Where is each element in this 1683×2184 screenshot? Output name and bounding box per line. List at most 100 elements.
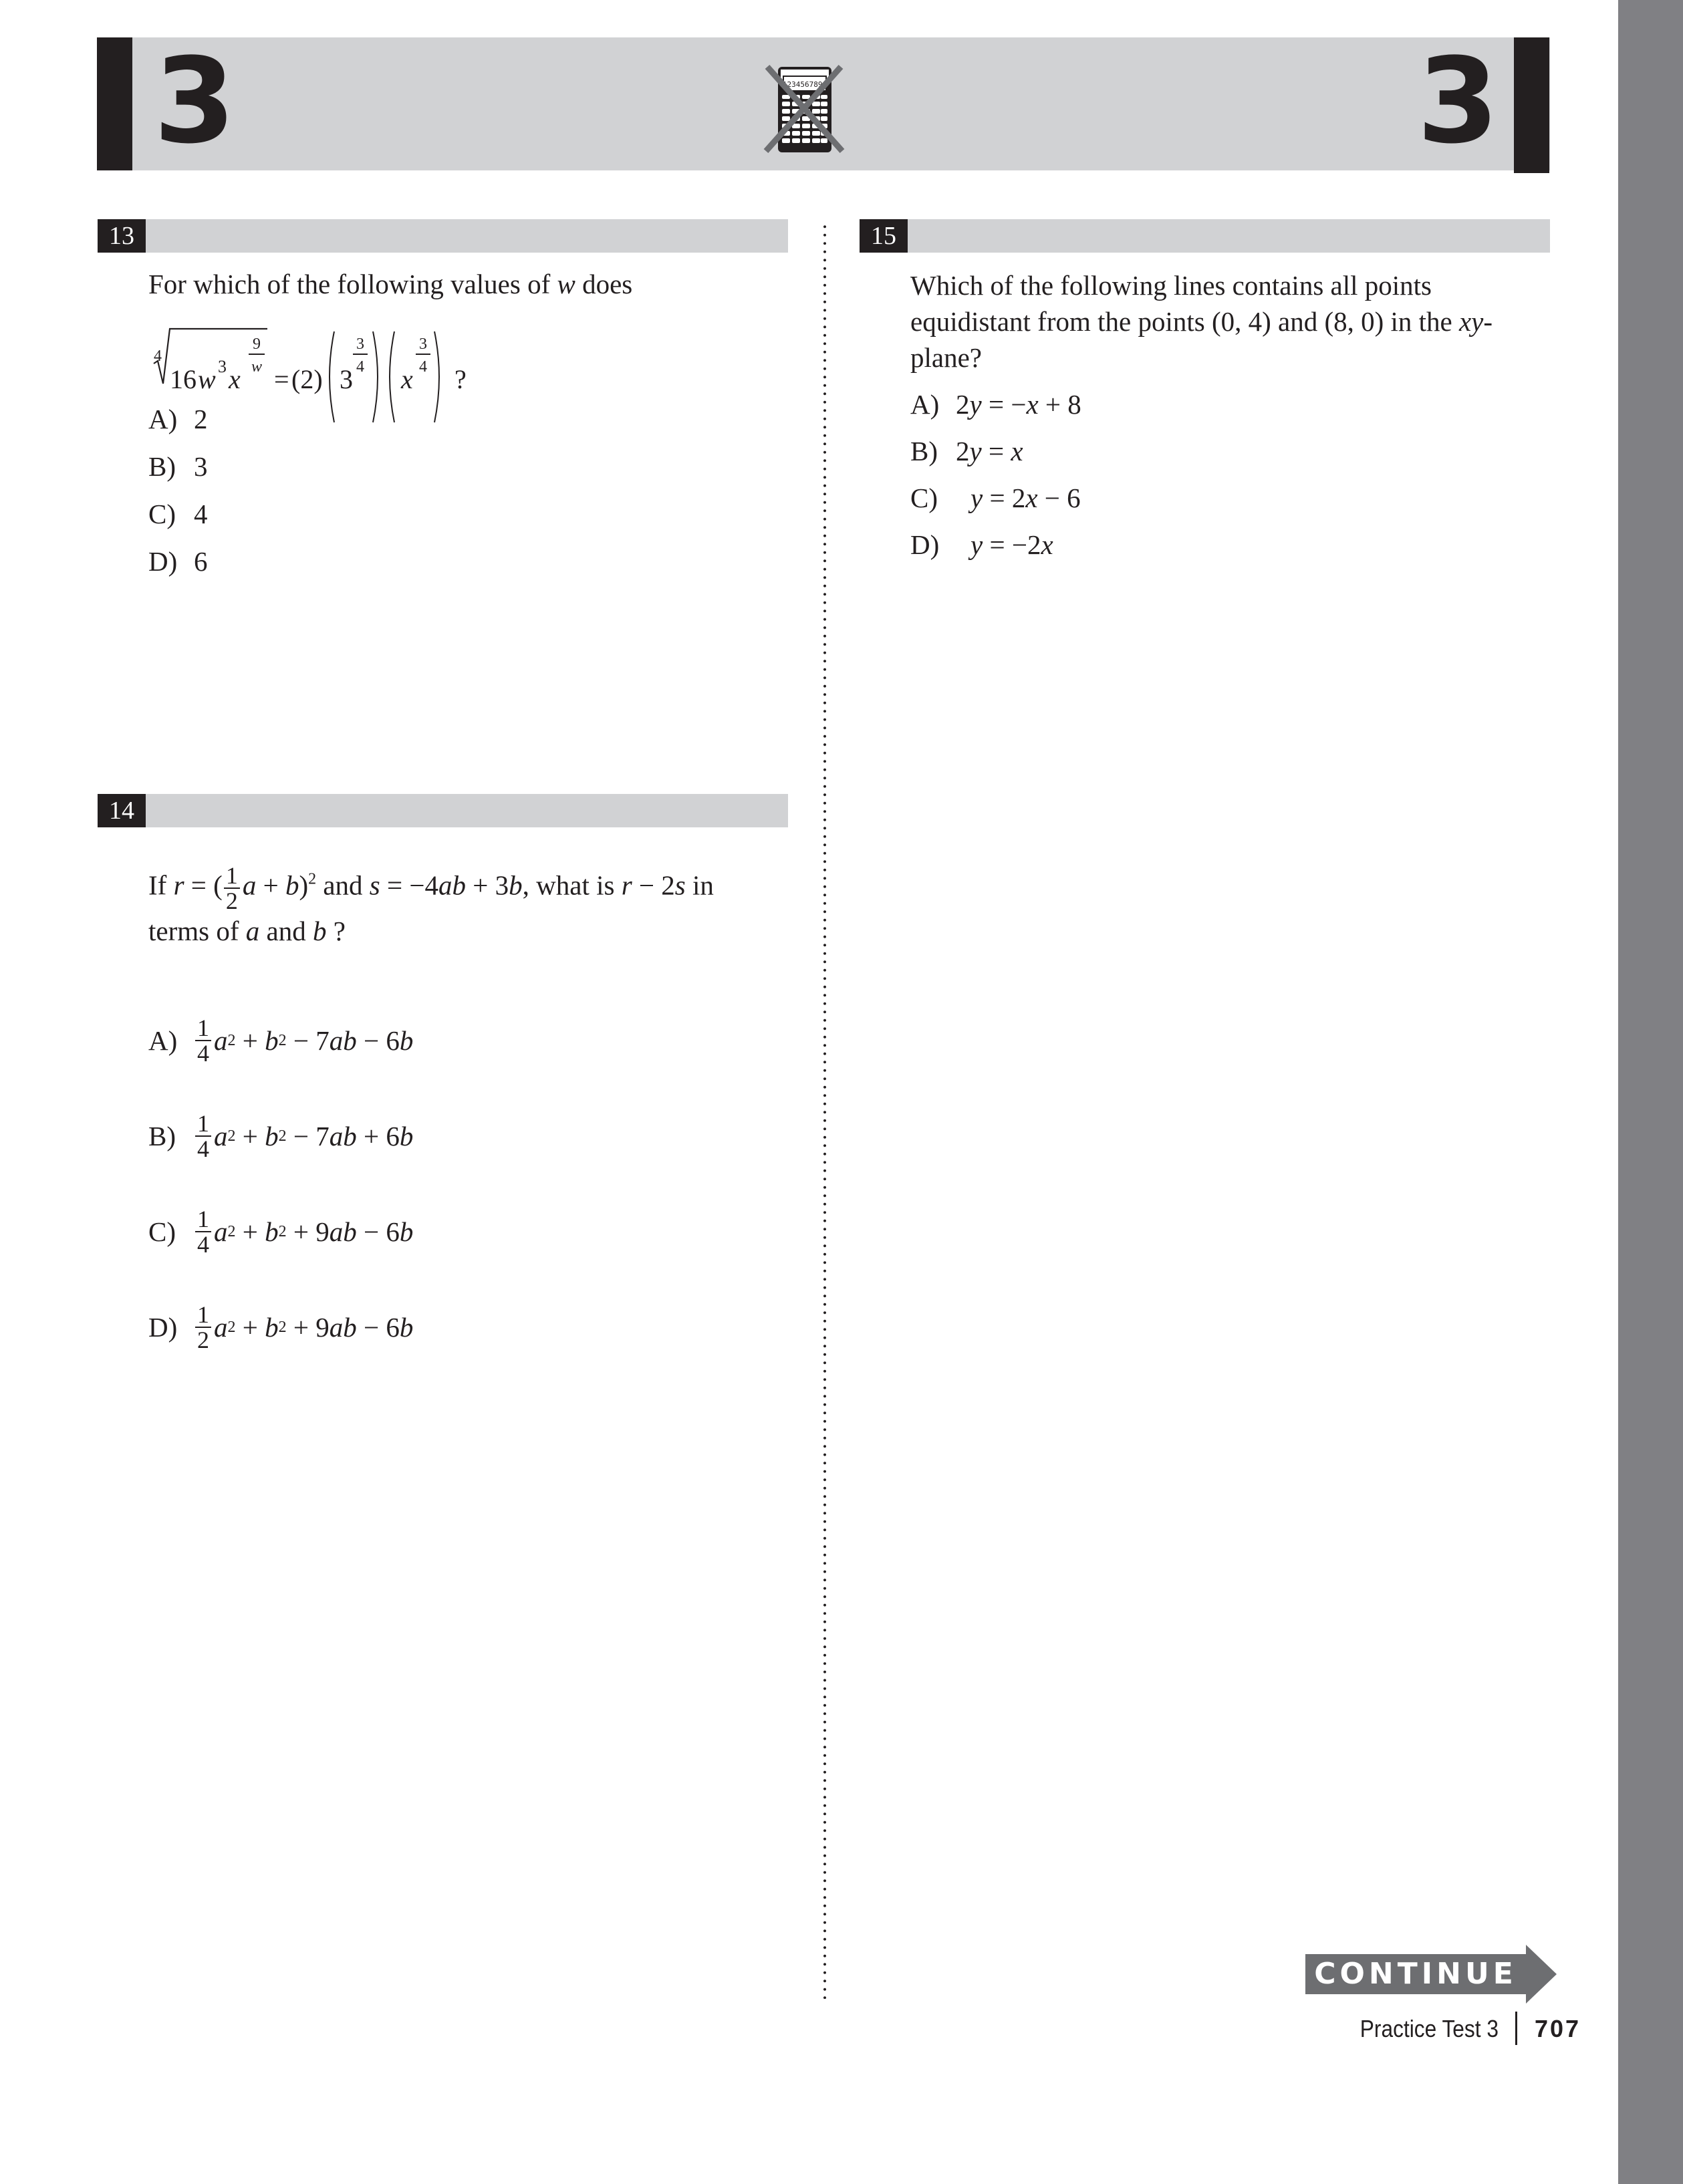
- factor-two: (2): [291, 364, 323, 394]
- left-paren: [329, 331, 335, 423]
- question-14-header-bar: [98, 794, 788, 827]
- choice-label: B): [148, 1121, 176, 1151]
- choice-label: C): [910, 483, 938, 513]
- var-b: b: [509, 869, 523, 901]
- question-15-header-bar: [860, 219, 1550, 253]
- question-14-stem: If r = (1 2 a + b)2 and s = −4ab + 3b, wha…: [148, 863, 714, 949]
- question-13-stem: For which of the following values of w d…: [148, 266, 632, 302]
- choice-c[interactable]: C) 1 4 a2 + b2 + 9ab − 6b: [148, 1207, 413, 1303]
- exponent: 2: [227, 1127, 236, 1145]
- choice-text: 6: [194, 546, 208, 577]
- right-paren: [434, 331, 440, 423]
- var-a: a: [214, 1312, 228, 1343]
- continue-button[interactable]: CONTINUE: [1305, 1945, 1557, 2004]
- numerator: 1: [195, 1016, 211, 1041]
- choice-a[interactable]: A) 2y = −x + 8: [910, 386, 1081, 433]
- choice-text: =: [981, 436, 1011, 466]
- choice-a[interactable]: A) 2: [148, 401, 208, 448]
- var-b: b: [265, 1216, 279, 1247]
- choice-b[interactable]: B) 2y = x: [910, 433, 1081, 480]
- choice-text: 4: [194, 499, 208, 529]
- continue-label: CONTINUE: [1314, 1957, 1517, 1991]
- exponent: 2: [227, 1032, 236, 1049]
- choice-label: B): [148, 451, 176, 482]
- choice-d[interactable]: D) 6: [148, 543, 208, 591]
- question-14-number: 14: [98, 794, 146, 827]
- var-b: b: [265, 1312, 279, 1343]
- choice-d[interactable]: D) y = −2x: [910, 527, 1081, 573]
- choice-text: +: [235, 1312, 265, 1343]
- var-xy: xy: [1458, 306, 1484, 337]
- choice-b[interactable]: B) 3: [148, 448, 208, 496]
- radicand-var-w: w: [198, 364, 216, 394]
- denominator: 4: [197, 1135, 209, 1162]
- exponent: 2: [278, 1032, 287, 1049]
- var-r: r: [621, 869, 632, 901]
- exponent: 2: [278, 1319, 287, 1336]
- stem-text: − 2: [632, 869, 675, 901]
- stem-line-1: If r = (1 2 a + b)2 and s = −4ab + 3b, wha…: [148, 863, 714, 913]
- factor-3-exp-den: 4: [356, 358, 364, 376]
- stem-text: does: [575, 269, 633, 299]
- choice-c[interactable]: C) 4: [148, 496, 208, 543]
- choice-text: − 7: [286, 1025, 330, 1056]
- coef: 2: [956, 389, 970, 420]
- var-y: y: [969, 436, 982, 466]
- choice-label: B): [910, 436, 938, 466]
- page-number: 707: [1535, 2015, 1581, 2042]
- choice-b[interactable]: B) 1 4 a2 + b2 − 7ab + 6b: [148, 1111, 413, 1207]
- factor-x-base: x: [401, 364, 413, 394]
- choice-text: 3: [194, 451, 208, 482]
- var-ab: ab: [329, 1025, 357, 1056]
- banner-bar-left: [97, 37, 132, 170]
- var-a: a: [245, 916, 260, 946]
- choice-text: 2: [194, 404, 208, 434]
- radicand-coefficient: 16: [170, 364, 197, 394]
- var-b: b: [312, 916, 327, 946]
- factor-x-exp-den: 4: [419, 358, 427, 376]
- var-b: b: [285, 869, 299, 901]
- choice-label: A): [148, 404, 178, 434]
- question-13-choices: A) 2 B) 3 C) 4 D) 6: [148, 401, 208, 591]
- right-paren: [372, 331, 378, 423]
- numerator: 1: [223, 863, 240, 889]
- column-divider: [823, 223, 826, 1999]
- stem-text: = (: [184, 869, 223, 901]
- choice-label: D): [910, 529, 940, 560]
- choice-text: + 9: [286, 1312, 330, 1343]
- no-calculator-icon: 1234567890: [763, 65, 845, 153]
- var-x: x: [1025, 483, 1038, 513]
- var-ab: ab: [329, 1121, 357, 1151]
- question-13-number: 13: [98, 219, 146, 253]
- choice-text: − 6: [356, 1312, 400, 1343]
- denominator: 2: [225, 888, 238, 914]
- fraction: 14: [195, 1111, 211, 1161]
- fraction: 12: [195, 1303, 211, 1352]
- var-ab: ab: [438, 869, 467, 901]
- var-y: y: [970, 529, 983, 560]
- left-paren: [389, 331, 395, 423]
- var-b: b: [399, 1216, 414, 1247]
- var-y: y: [969, 389, 982, 420]
- stem-line-2: equidistant from the points (0, 4) and (…: [910, 303, 1493, 339]
- root-index: 4: [154, 348, 162, 365]
- exponent: 2: [278, 1223, 287, 1240]
- choice-text: − 6: [356, 1216, 400, 1247]
- exponent: 2: [278, 1127, 287, 1145]
- coef: 2: [956, 436, 970, 466]
- choice-d[interactable]: D) 1 2 a2 + b2 + 9ab − 6b: [148, 1303, 413, 1398]
- stem-text: = −4: [380, 869, 439, 901]
- stem-text: +: [256, 869, 285, 901]
- stem-line-3: plane?: [910, 342, 982, 373]
- var-x: x: [1011, 436, 1023, 466]
- choice-c[interactable]: C) y = 2x − 6: [910, 480, 1081, 527]
- exponent: 2: [308, 870, 317, 888]
- stem-line-2: terms of a and b ?: [148, 913, 714, 949]
- choice-a[interactable]: A) 1 4 a2 + b2 − 7ab − 6b: [148, 1016, 413, 1111]
- stem-text: and: [259, 916, 313, 946]
- stem-text: ): [299, 869, 309, 901]
- stem-text: equidistant from the points (0, 4) and (…: [910, 306, 1459, 337]
- var-s: s: [369, 869, 380, 901]
- factor-3-base: 3: [340, 364, 353, 394]
- stem-text: in: [685, 869, 714, 901]
